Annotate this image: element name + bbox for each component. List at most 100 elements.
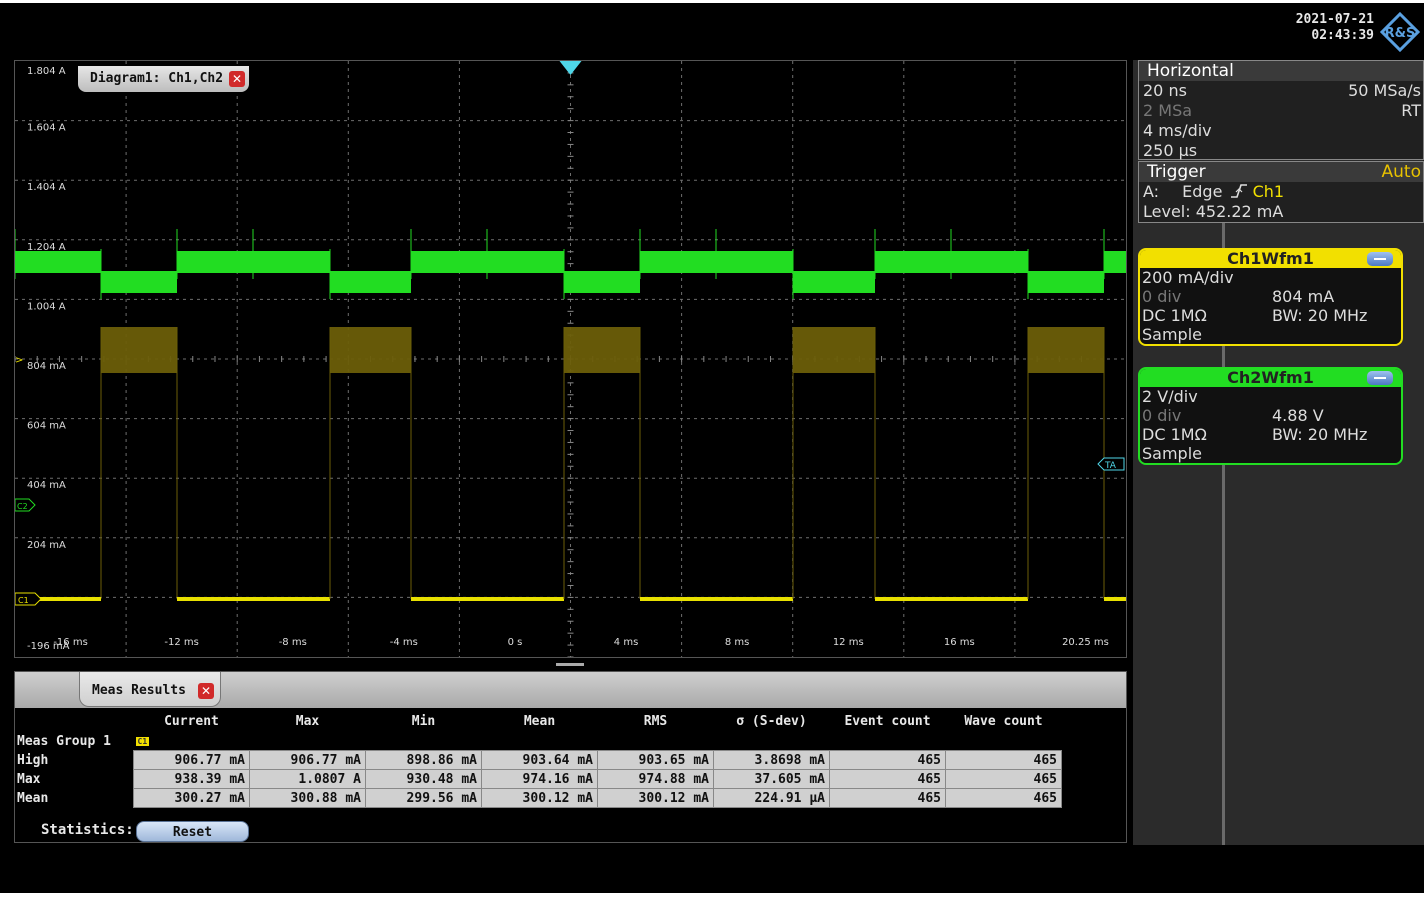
waveform-canvas[interactable]: 1.804 A1.604 A1.404 A1.204 A1.004 A804 m… [15,61,1126,657]
rising-edge-icon [1230,184,1247,198]
col-header-sdev: σ (S-dev) [736,713,807,729]
y-tick-label: 1.604 A [27,123,66,134]
row-label-high: High [17,752,49,768]
horizontal-position: 250 µs [1143,141,1198,160]
ch2-waveform-segment [15,251,101,273]
horizontal-mode: RT [1401,101,1421,120]
ch1-waveform-low [1104,597,1126,601]
horizontal-panel[interactable]: Horizontal 20 ns 50 MSa/s 2 MSa RT 4 ms/… [1138,60,1424,160]
table-cell: 930.48 mA [365,769,482,789]
ch2-bandwidth: BW: 20 MHz [1272,425,1368,444]
table-cell: 974.16 mA [481,769,598,789]
y-tick-label: 604 mA [27,421,66,432]
meas-close-icon[interactable]: ✕ [198,683,214,699]
meas-group-row: Meas Group 1 C1 [15,732,1062,751]
ch1-waveform-low [177,597,330,601]
logo-text: R&S [1385,26,1416,41]
ch1-waveform-low [875,597,1028,601]
ch2-scale: 2 V/div [1142,387,1198,406]
ch2-waveform-segment [564,271,640,293]
ch2-waveform-segment [101,271,177,293]
reset-button[interactable]: Reset [136,821,249,842]
ch1-waveform-high [101,327,177,373]
table-row[interactable]: High 906.77 mA 906.77 mA 898.86 mA 903.6… [15,750,1062,770]
meas-tab-title: Meas Results [92,683,186,698]
ch2-coupling: DC 1MΩ [1142,425,1207,444]
y-tick-label: 804 mA [27,361,66,372]
x-tick-label: 12 ms [833,637,864,648]
meas-results-tab[interactable]: Meas Results ✕ [79,672,221,707]
col-header-current: Current [164,713,219,729]
table-cell: 465 [945,750,1062,770]
col-header-min: Min [411,713,436,729]
table-cell: 465 [829,769,946,789]
waveform-diagram[interactable]: 1.804 A 1.604 A 1.404 A 1.204 A 1.004 A 804 m… [14,60,1127,658]
table-cell: 300.12 mA [481,788,598,808]
ch1-marker-label: C1 [18,596,29,605]
trigger-mode: Auto [1381,162,1421,182]
x-tick-label: 0 s [508,637,523,648]
table-cell: 906.77 mA [249,750,366,770]
ch1-offset-arrow: > [15,355,23,366]
table-row[interactable]: Max 938.39 mA 1.0807 A 930.48 mA 974.16 … [15,769,1062,789]
table-cell: 903.64 mA [481,750,598,770]
meas-group-label: Meas Group 1 [17,733,111,749]
table-row[interactable]: Mean 300.27 mA 300.88 mA 299.56 mA 300.1… [15,788,1062,808]
table-cell: 300.27 mA [133,788,250,808]
ch2-waveform-panel[interactable]: Ch2Wfm1 2 V/div 0 div 4.88 V DC 1MΩ BW: … [1138,367,1403,465]
ch2-waveform-segment [330,271,411,293]
ch2-waveform-segment [875,251,951,273]
x-tick-label: -4 ms [390,637,418,648]
trigger-level-label: TA [1104,461,1117,471]
ch1-bandwidth: BW: 20 MHz [1272,306,1368,325]
table-cell: 465 [945,769,1062,789]
rs-logo-icon: R&S [1379,11,1421,53]
ch1-acquisition: Sample [1142,325,1202,344]
y-tick-label: 1.404 A [27,182,66,193]
x-tick-label: -8 ms [279,637,307,648]
ch2-waveform-segment [253,251,330,273]
x-tick-label: -16 ms [53,637,87,648]
diagram-tab[interactable]: Diagram1: Ch1,Ch2 ✕ [78,66,250,92]
ch2-waveform-segment [716,251,793,273]
ch2-waveform-segment [951,251,1028,273]
y-tick-label: 204 mA [27,540,66,551]
top-border [0,0,1424,3]
trigger-source: Ch1 [1252,182,1285,201]
col-header-rms: RMS [643,713,668,729]
ch1-coupling: DC 1MΩ [1142,306,1207,325]
ch1-waveform-panel[interactable]: Ch1Wfm1 200 mA/div 0 div 804 mA DC 1MΩ B… [1138,248,1403,346]
ch2-waveform-segment [640,251,716,273]
row-label-max: Max [17,771,41,787]
ch1-waveform-high [330,327,411,373]
ch1-title: Ch1Wfm1 [1227,249,1314,268]
y-tick-label: 1.804 A [27,66,66,77]
table-cell: 299.56 mA [365,788,482,808]
col-header-mean: Mean [523,713,556,729]
x-tick-label: 4 ms [614,637,639,648]
ch1-offset-div: 0 div [1142,287,1182,306]
ch1-minimize-icon[interactable] [1367,252,1393,266]
ch2-minimize-icon[interactable] [1367,371,1393,385]
trigger-panel[interactable]: Trigger Auto A: Edge Ch1 Level: 452.22 m… [1138,161,1424,223]
ch1-waveform-high [1028,327,1104,373]
table-cell: 300.12 mA [597,788,714,808]
diagram-tab-title: Diagram1: Ch1,Ch2 [90,71,224,86]
x-tick-label: 8 ms [725,637,750,648]
ch1-waveform-high [793,327,875,373]
ch2-acquisition: Sample [1142,444,1202,463]
row-label-mean: Mean [17,790,49,806]
ch1-waveform-low [640,597,793,601]
x-tick-label: 16 ms [944,637,975,648]
diagram-close-icon[interactable]: ✕ [229,71,246,87]
col-header-event-count: Event count [844,713,931,729]
horizontal-title: Horizontal [1139,61,1423,81]
trigger-position-marker [559,61,582,75]
panel-resize-handle[interactable] [556,663,584,666]
col-header-wave-count: Wave count [964,713,1043,729]
table-cell: 37.605 mA [713,769,830,789]
horizontal-time-scale: 4 ms/div [1143,121,1212,140]
trigger-title: Trigger [1147,162,1206,182]
ch1-offset-value: 804 mA [1272,287,1335,306]
ch2-offset-value: 4.88 V [1272,406,1324,425]
